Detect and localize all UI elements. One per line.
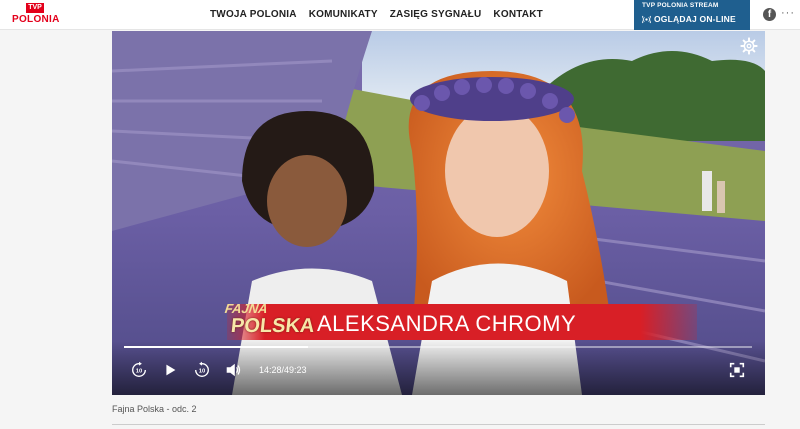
fullscreen-icon[interactable] [728,361,746,379]
logo-tvp-mark: TVP [26,3,44,13]
live-broadcast-icon [642,15,651,24]
nav-item-kontakt[interactable]: KONTAKT [493,9,543,20]
forward-10-icon[interactable]: 10 [193,361,211,379]
caption-show-name-line1: FAJNA [223,301,269,316]
more-options-icon[interactable]: ··· [781,7,795,19]
facebook-icon[interactable]: f [763,8,776,21]
volume-icon[interactable] [224,361,242,379]
logo-name: POLONIA [12,14,60,25]
stream-button-label: OGLĄDAJ ON-LINE [654,14,736,24]
play-icon[interactable] [161,361,179,379]
player-controls: 10 10 14:28/49:23 [112,341,765,395]
stream-watch-button[interactable]: TVP POLONIA STREAM OGLĄDAJ ON-LINE [634,0,750,30]
progress-bar-fill [124,346,308,348]
progress-bar[interactable] [124,346,752,348]
divider [112,424,765,425]
svg-text:10: 10 [199,369,206,375]
nav-item-zasieg-sygnalu[interactable]: ZASIĘG SYGNAŁU [390,9,482,20]
tvp-polonia-logo[interactable]: TVP POLONIA [12,3,60,27]
rewind-10-icon[interactable]: 10 [130,361,148,379]
episode-title: Fajna Polska - odc. 2 [112,404,197,414]
video-player[interactable]: FAJNA POLSKA ALEKSANDRA CHROMY 10 10 14:… [112,31,765,395]
stream-title: TVP POLONIA STREAM [642,2,719,9]
nav-item-komunikaty[interactable]: KOMUNIKATY [309,9,378,20]
video-caption-overlay: FAJNA POLSKA ALEKSANDRA CHROMY [187,301,742,345]
playback-time: 14:28/49:23 [259,365,307,375]
top-bar: TVP POLONIA TWOJA POLONIA KOMUNIKATY ZAS… [0,0,800,30]
caption-show-name-line2: POLSKA [229,315,316,337]
main-nav: TWOJA POLONIA KOMUNIKATY ZASIĘG SYGNAŁU … [210,9,543,20]
settings-icon[interactable] [740,37,758,55]
nav-item-twoja-polonia[interactable]: TWOJA POLONIA [210,9,297,20]
svg-text:10: 10 [136,369,143,375]
caption-person-name: ALEKSANDRA CHROMY [317,311,577,336]
